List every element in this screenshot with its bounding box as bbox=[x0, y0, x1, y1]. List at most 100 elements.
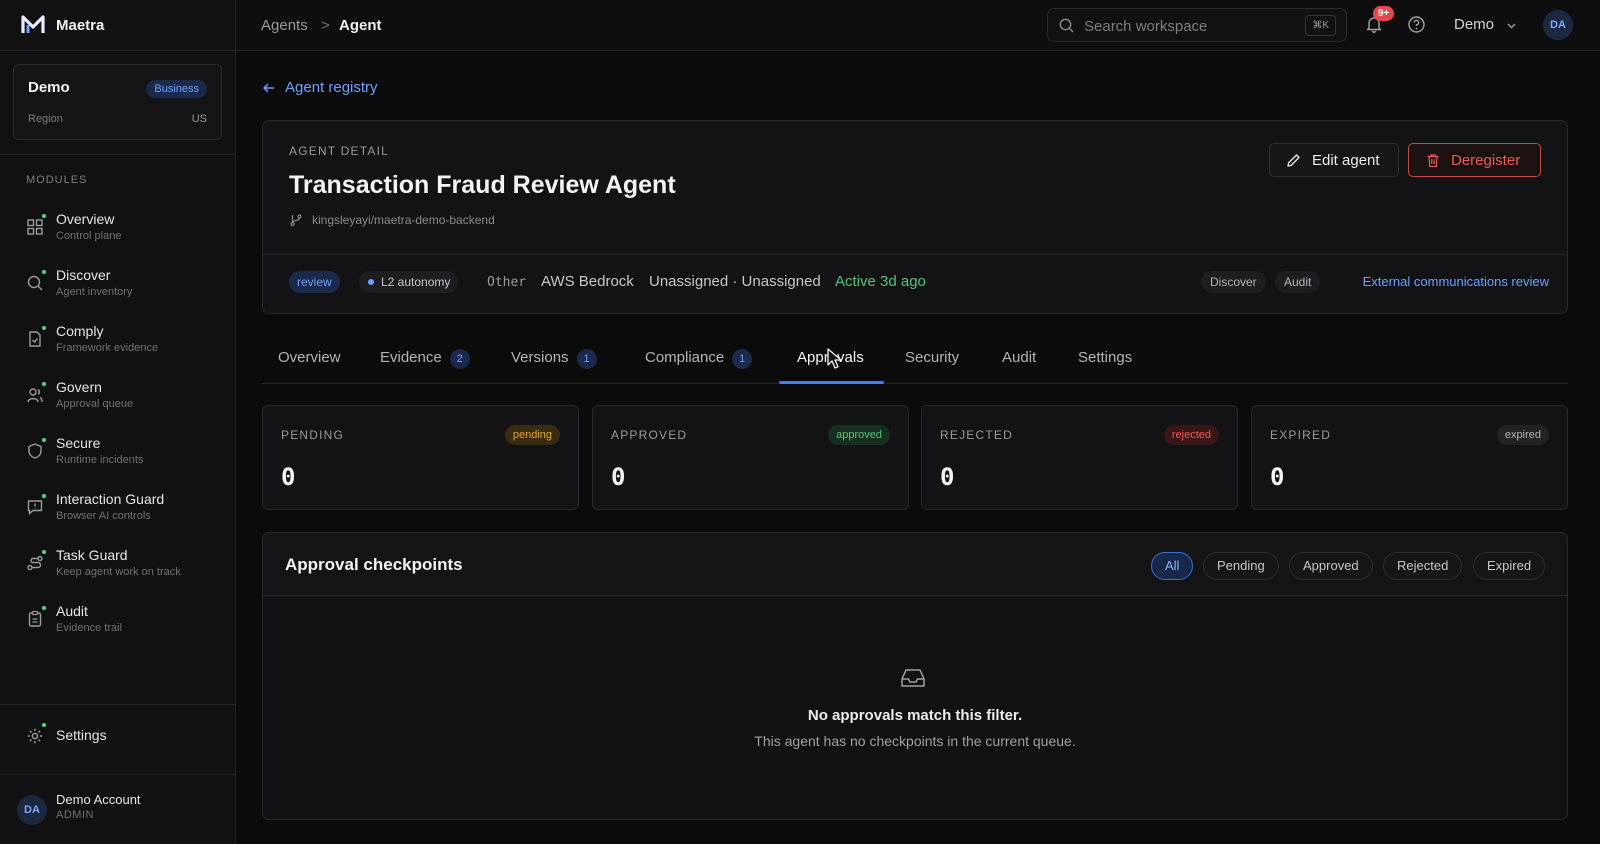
stat-label: EXPIRED bbox=[1270, 428, 1332, 442]
notification-badge: 9+ bbox=[1373, 6, 1395, 21]
stat-value: 0 bbox=[281, 463, 296, 491]
divider bbox=[0, 704, 236, 705]
plan-badge: Business bbox=[146, 80, 207, 98]
stat-badge: pending bbox=[504, 425, 560, 445]
eyebrow-label: AGENT DETAIL bbox=[289, 144, 389, 158]
maetra-logo-icon bbox=[21, 15, 45, 33]
sidebar-item-subtitle: Control plane bbox=[56, 230, 122, 242]
account-name: Demo Account bbox=[56, 792, 141, 807]
tab-compliance[interactable]: Compliance 1 bbox=[645, 349, 753, 369]
sidebar-item-interaction-guard[interactable]: Interaction Guard Browser AI controls bbox=[14, 486, 222, 534]
workspace-switcher[interactable]: Demo Business Region US bbox=[13, 64, 222, 140]
panel-header: Approval checkpoints All Pending Approve… bbox=[263, 533, 1567, 596]
agent-detail-card: AGENT DETAIL Transaction Fraud Review Ag… bbox=[262, 120, 1568, 314]
tab-security[interactable]: Security bbox=[905, 349, 959, 366]
stat-badge: approved bbox=[828, 425, 890, 445]
breadcrumb-separator: > bbox=[321, 17, 330, 34]
tab-label: Overview bbox=[278, 349, 341, 366]
tab-count-badge: 1 bbox=[576, 349, 597, 369]
sidebar-item-title: Comply bbox=[56, 323, 104, 339]
sidebar: Maetra Demo Business Region US MODULES O… bbox=[0, 0, 236, 844]
brand[interactable]: Maetra bbox=[0, 0, 235, 51]
status-dot bbox=[42, 550, 46, 554]
filter-approved[interactable]: Approved bbox=[1289, 552, 1373, 580]
region-value: US bbox=[191, 113, 207, 125]
modules-section-label: MODULES bbox=[26, 174, 88, 186]
message-alert-icon bbox=[27, 500, 43, 516]
status-dot bbox=[42, 438, 46, 442]
stat-card-expired: EXPIRED expired 0 bbox=[1251, 405, 1568, 510]
sidebar-item-title: Interaction Guard bbox=[56, 491, 165, 507]
sidebar-item-subtitle: Evidence trail bbox=[56, 622, 123, 634]
tab-label: Security bbox=[905, 349, 960, 366]
back-to-registry-link[interactable]: Agent registry bbox=[285, 79, 378, 96]
sidebar-item-subtitle: Approval queue bbox=[56, 398, 134, 410]
shield-icon bbox=[28, 443, 42, 459]
status-dot bbox=[42, 494, 46, 498]
empty-state-title: No approvals match this filter. bbox=[807, 707, 1023, 724]
empty-state-subtitle: This agent has no checkpoints in the cur… bbox=[754, 733, 1076, 749]
tag-discover[interactable]: Discover bbox=[1201, 271, 1266, 293]
agent-activity: Active 3d ago bbox=[835, 273, 926, 290]
agent-platform: AWS Bedrock bbox=[541, 273, 634, 290]
stat-label: APPROVED bbox=[611, 428, 688, 442]
breadcrumb-current: Agent bbox=[339, 17, 382, 34]
sidebar-item-secure[interactable]: Secure Runtime incidents bbox=[14, 430, 222, 478]
grid-icon bbox=[27, 219, 43, 235]
sidebar-item-task-guard[interactable]: Task Guard Keep agent work on track bbox=[14, 542, 222, 590]
sidebar-item-title: Secure bbox=[56, 435, 101, 451]
repository-path[interactable]: kingsleyayi/maetra-demo-backend bbox=[312, 213, 495, 227]
filter-all[interactable]: All bbox=[1151, 552, 1194, 580]
sidebar-item-overview[interactable]: Overview Control plane bbox=[14, 206, 222, 254]
filter-expired[interactable]: Expired bbox=[1473, 552, 1546, 580]
arrow-left-icon[interactable] bbox=[262, 81, 276, 95]
git-branch-icon bbox=[290, 214, 302, 227]
help-icon[interactable] bbox=[1407, 15, 1426, 34]
tab-versions[interactable]: Versions 1 bbox=[511, 349, 597, 369]
sidebar-item-title: Discover bbox=[56, 267, 111, 283]
agent-meta-row: review L2 autonomy Other AWS Bedrock Una… bbox=[289, 271, 1549, 295]
edit-agent-button[interactable]: Edit agent bbox=[1269, 143, 1399, 177]
stat-value: 0 bbox=[611, 463, 626, 491]
tab-label: Settings bbox=[1078, 349, 1133, 366]
stat-card-rejected: REJECTED rejected 0 bbox=[921, 405, 1238, 510]
pencil-icon bbox=[1287, 154, 1300, 167]
account-menu[interactable]: DA Demo Account ADMIN bbox=[0, 775, 236, 844]
tab-overview[interactable]: Overview bbox=[278, 349, 341, 366]
stat-card-pending: PENDING pending 0 bbox=[262, 405, 579, 510]
breadcrumb-agents[interactable]: Agents bbox=[261, 17, 308, 34]
tab-settings[interactable]: Settings bbox=[1078, 349, 1132, 366]
deregister-button[interactable]: Deregister bbox=[1408, 143, 1541, 177]
tab-evidence[interactable]: Evidence 2 bbox=[380, 349, 470, 369]
filter-pending[interactable]: Pending bbox=[1203, 552, 1279, 580]
user-menu-button[interactable]: Demo bbox=[1454, 16, 1494, 33]
search-input[interactable]: Search workspace ⌘K bbox=[1047, 8, 1347, 42]
avatar: DA bbox=[17, 795, 47, 825]
agent-title: Transaction Fraud Review Agent bbox=[289, 171, 676, 199]
shortcut-hint: ⌘K bbox=[1305, 15, 1336, 36]
sidebar-item-title: Audit bbox=[56, 603, 88, 619]
filter-rejected[interactable]: Rejected bbox=[1383, 552, 1463, 580]
sidebar-item-govern[interactable]: Govern Approval queue bbox=[14, 374, 222, 422]
stat-card-approved: APPROVED approved 0 bbox=[592, 405, 909, 510]
tab-label: Compliance bbox=[645, 349, 725, 366]
mouse-pointer-icon bbox=[827, 348, 842, 369]
chevron-down-icon[interactable] bbox=[1506, 20, 1517, 31]
tag-audit[interactable]: Audit bbox=[1275, 271, 1321, 293]
linked-review-link[interactable]: External communications review bbox=[1363, 274, 1549, 289]
stat-value: 0 bbox=[1270, 463, 1285, 491]
trash-icon bbox=[1427, 154, 1439, 168]
account-role: ADMIN bbox=[56, 809, 94, 821]
tab-audit[interactable]: Audit bbox=[1002, 349, 1036, 366]
user-avatar[interactable]: DA bbox=[1543, 10, 1573, 40]
sidebar-item-settings[interactable]: Settings bbox=[14, 719, 222, 753]
users-icon bbox=[27, 388, 43, 403]
sidebar-item-comply[interactable]: Comply Framework evidence bbox=[14, 318, 222, 366]
document-check-icon bbox=[29, 331, 41, 347]
region-label: Region bbox=[28, 113, 63, 125]
sidebar-item-subtitle: Runtime incidents bbox=[56, 454, 144, 466]
stat-badge: rejected bbox=[1163, 425, 1219, 445]
sidebar-item-title: Task Guard bbox=[56, 547, 128, 563]
sidebar-item-discover[interactable]: Discover Agent inventory bbox=[14, 262, 222, 310]
sidebar-item-audit[interactable]: Audit Evidence trail bbox=[14, 598, 222, 646]
